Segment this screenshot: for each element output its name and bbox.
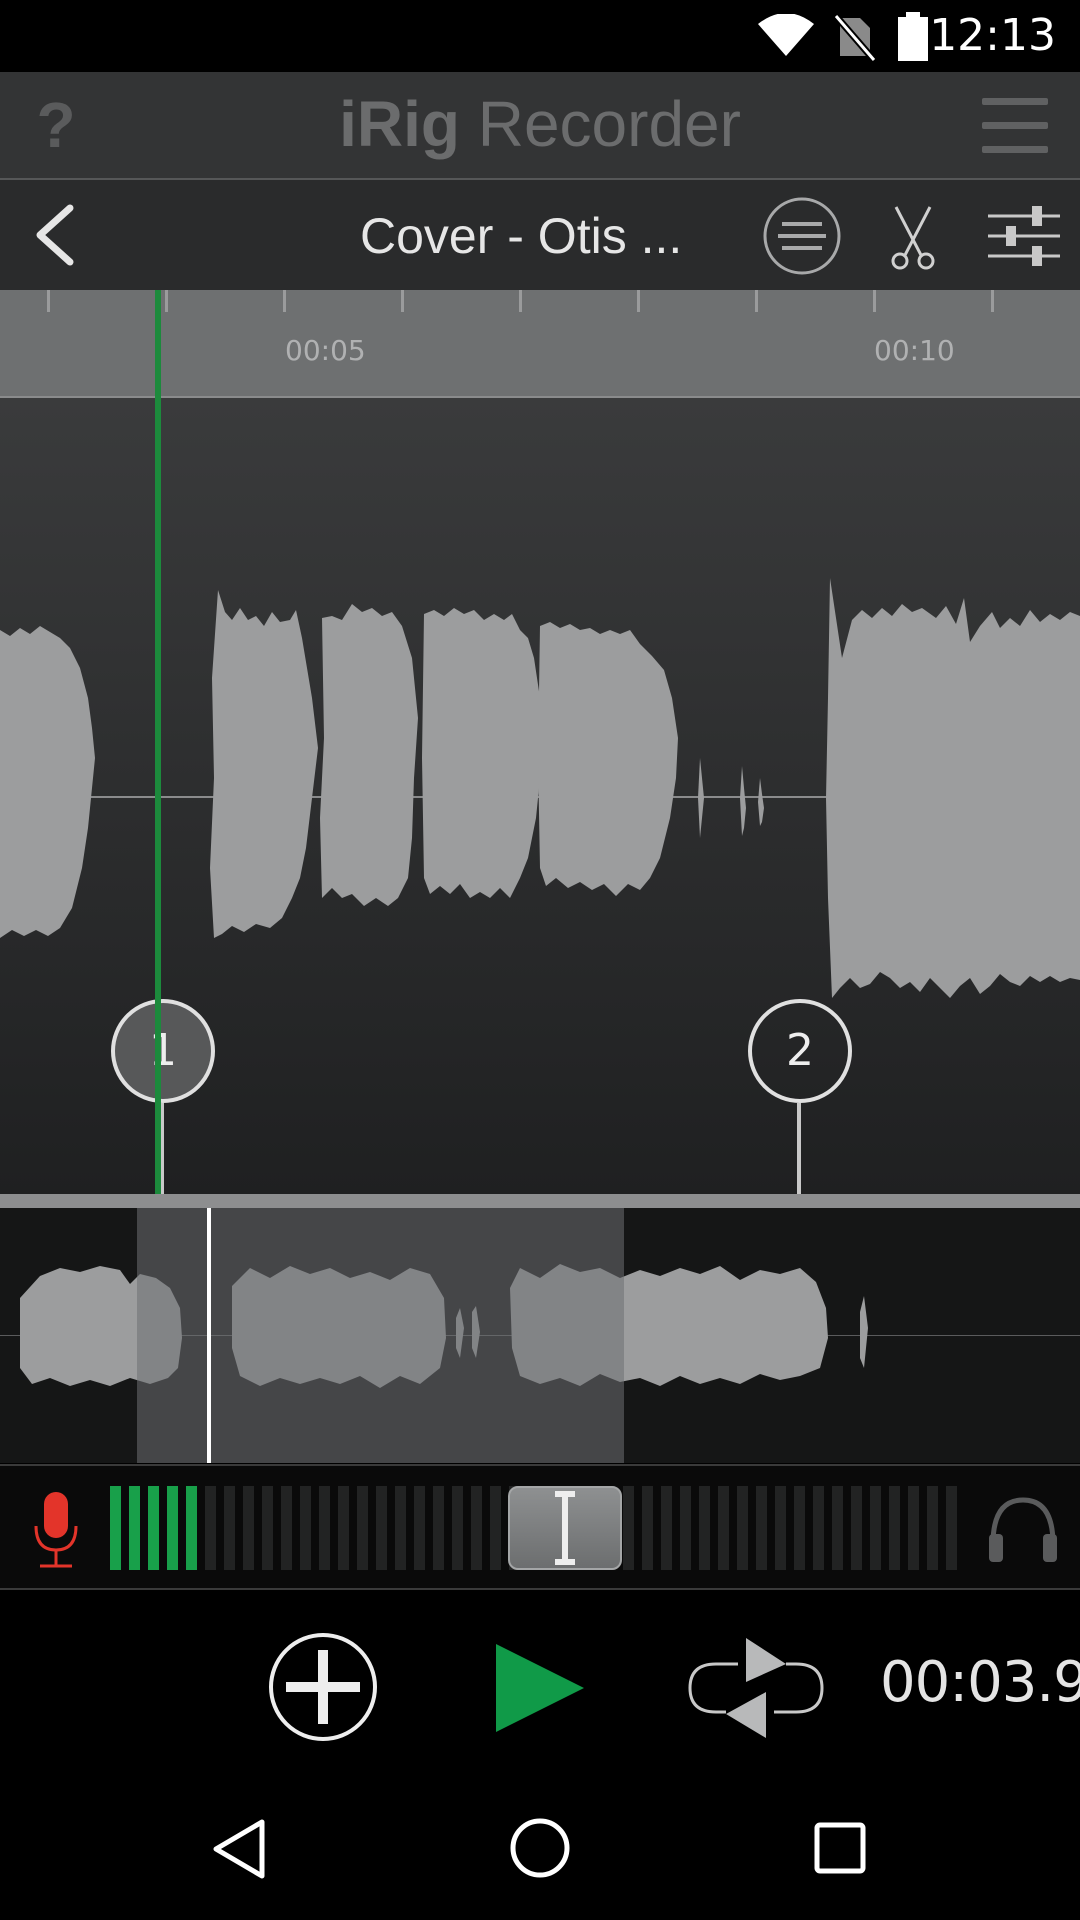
playback-time: 00:03.9 [880,1650,1080,1715]
meter-segment [832,1486,843,1570]
nav-home-icon[interactable] [508,1816,572,1880]
meter-segment [414,1486,425,1570]
meter-segment [205,1486,216,1570]
marker-1-circle[interactable]: 1 [111,999,215,1103]
meter-segment [813,1486,824,1570]
headphones-icon[interactable] [985,1494,1061,1564]
meter-segment [737,1486,748,1570]
meter-segment [680,1486,691,1570]
meter-segment [775,1486,786,1570]
monitor-volume-slider[interactable] [508,1486,622,1570]
battery-icon [898,12,928,61]
meter-segment [186,1486,197,1570]
meter-segment [167,1486,178,1570]
app-title: iRig Recorder [0,88,1080,160]
hamburger-menu-icon[interactable] [982,98,1048,153]
meter-segment [243,1486,254,1570]
meter-segment [490,1486,501,1570]
meter-segment [471,1486,482,1570]
meter-segment [889,1486,900,1570]
meter-segment [224,1486,235,1570]
add-marker-icon[interactable] [268,1632,378,1742]
timeline-ruler[interactable]: 00:05 00:10 [0,290,1080,398]
meter-segment [452,1486,463,1570]
loop-icon[interactable] [686,1634,826,1740]
meter-segment [661,1486,672,1570]
status-bar: 12:13 [0,0,1080,72]
meter-segment [946,1486,957,1570]
status-time: 12:13 [929,10,1056,61]
wifi-icon [758,14,814,56]
file-title[interactable]: Cover - Otis ... [360,208,720,264]
meter-segment [319,1486,330,1570]
meter-segment [718,1486,729,1570]
meter-segment [927,1486,938,1570]
app-title-bold: iRig [339,88,460,160]
ruler-label-5s: 00:05 [285,334,366,367]
app-title-light: Recorder [459,88,741,160]
meter-segment [756,1486,767,1570]
meter-segment [300,1486,311,1570]
meter-segment [110,1486,121,1570]
marker-2-stem [797,1103,801,1194]
level-meter-row [0,1464,1080,1590]
overview-cursor [207,1208,211,1463]
meter-segment [794,1486,805,1570]
chevron-left-icon[interactable] [28,200,88,270]
marker-2-circle[interactable]: 2 [748,999,852,1103]
waveform-editor[interactable]: 1 2 [0,398,1080,1194]
nav-back-icon[interactable] [210,1818,266,1880]
microphone-icon[interactable] [28,1490,84,1570]
meter-segment [338,1486,349,1570]
meter-segment [281,1486,292,1570]
playhead[interactable] [155,290,161,1194]
ruler-label-10s: 00:10 [874,334,955,367]
play-icon[interactable] [494,1642,586,1734]
meter-segment [357,1486,368,1570]
waveform-divider [0,1194,1080,1208]
mixer-sliders-icon[interactable] [988,200,1060,272]
meter-segment [148,1486,159,1570]
meter-segment [623,1486,634,1570]
meter-segment [376,1486,387,1570]
meter-segment [642,1486,653,1570]
meter-segment [395,1486,406,1570]
no-sim-icon [833,13,876,62]
meter-segment [262,1486,273,1570]
meter-segment [908,1486,919,1570]
meter-segment [129,1486,140,1570]
app-header: ? iRig Recorder [0,72,1080,180]
meter-segment [851,1486,862,1570]
list-icon[interactable] [762,196,842,276]
scissors-icon[interactable] [888,205,938,271]
meter-segment [433,1486,444,1570]
meter-segment [870,1486,881,1570]
meter-segment [699,1486,710,1570]
nav-recents-icon[interactable] [814,1822,866,1874]
